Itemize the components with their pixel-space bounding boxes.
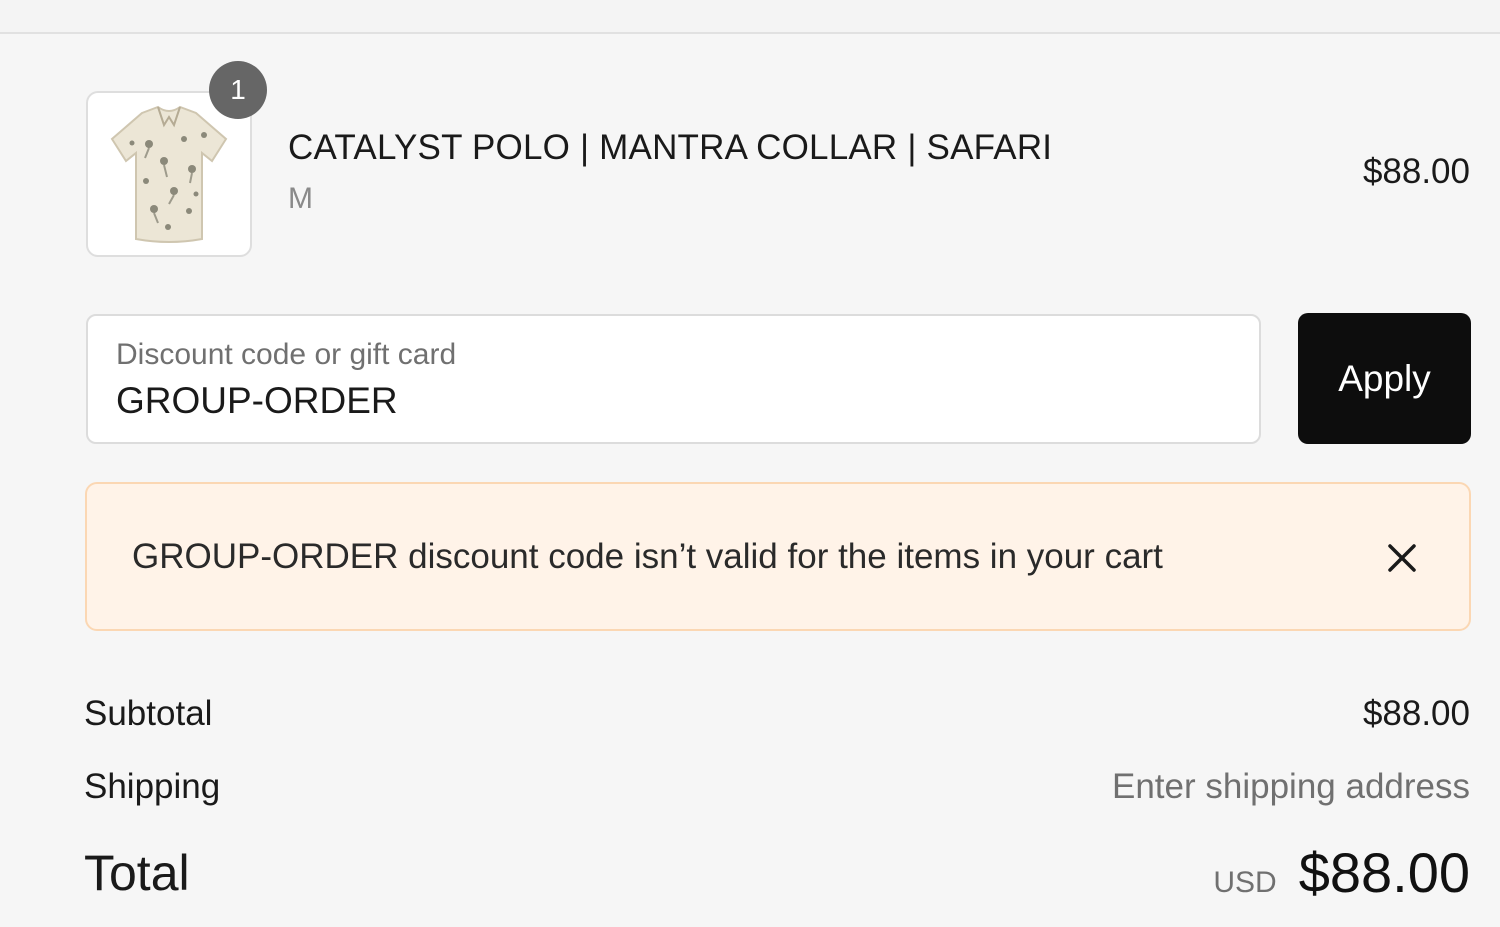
shipping-label: Shipping — [84, 767, 221, 806]
error-message: GROUP-ORDER discount code isn’t valid fo… — [132, 537, 1163, 576]
apply-button[interactable]: Apply — [1298, 313, 1471, 444]
discount-code-input[interactable] — [116, 380, 1216, 422]
total-label: Total — [84, 845, 190, 901]
shipping-value: Enter shipping address — [1112, 767, 1470, 806]
discount-field-label: Discount code or gift card — [116, 338, 457, 371]
product-price: $88.00 — [1362, 152, 1470, 191]
discount-error-banner: GROUP-ORDER discount code isn’t valid fo… — [85, 482, 1471, 631]
product-variant: M — [288, 182, 313, 215]
currency-code: USD — [1213, 866, 1277, 899]
total-amount: $88.00 — [1298, 841, 1470, 904]
shirt-thumbnail-icon — [110, 105, 228, 243]
quantity-badge: 1 — [209, 61, 267, 119]
discount-field[interactable]: Discount code or gift card — [86, 314, 1261, 444]
total-value-group: USD $88.00 — [1213, 840, 1470, 905]
subtotal-value: $88.00 — [1362, 694, 1470, 733]
total-row: Total USD $88.00 — [84, 840, 1470, 910]
close-icon — [1388, 544, 1416, 572]
subtotal-label: Subtotal — [84, 694, 213, 733]
header-strip — [0, 0, 1500, 34]
close-alert-button[interactable] — [1378, 534, 1426, 582]
product-title: CATALYST POLO | MANTRA COLLAR | SAFARI — [288, 128, 1053, 167]
